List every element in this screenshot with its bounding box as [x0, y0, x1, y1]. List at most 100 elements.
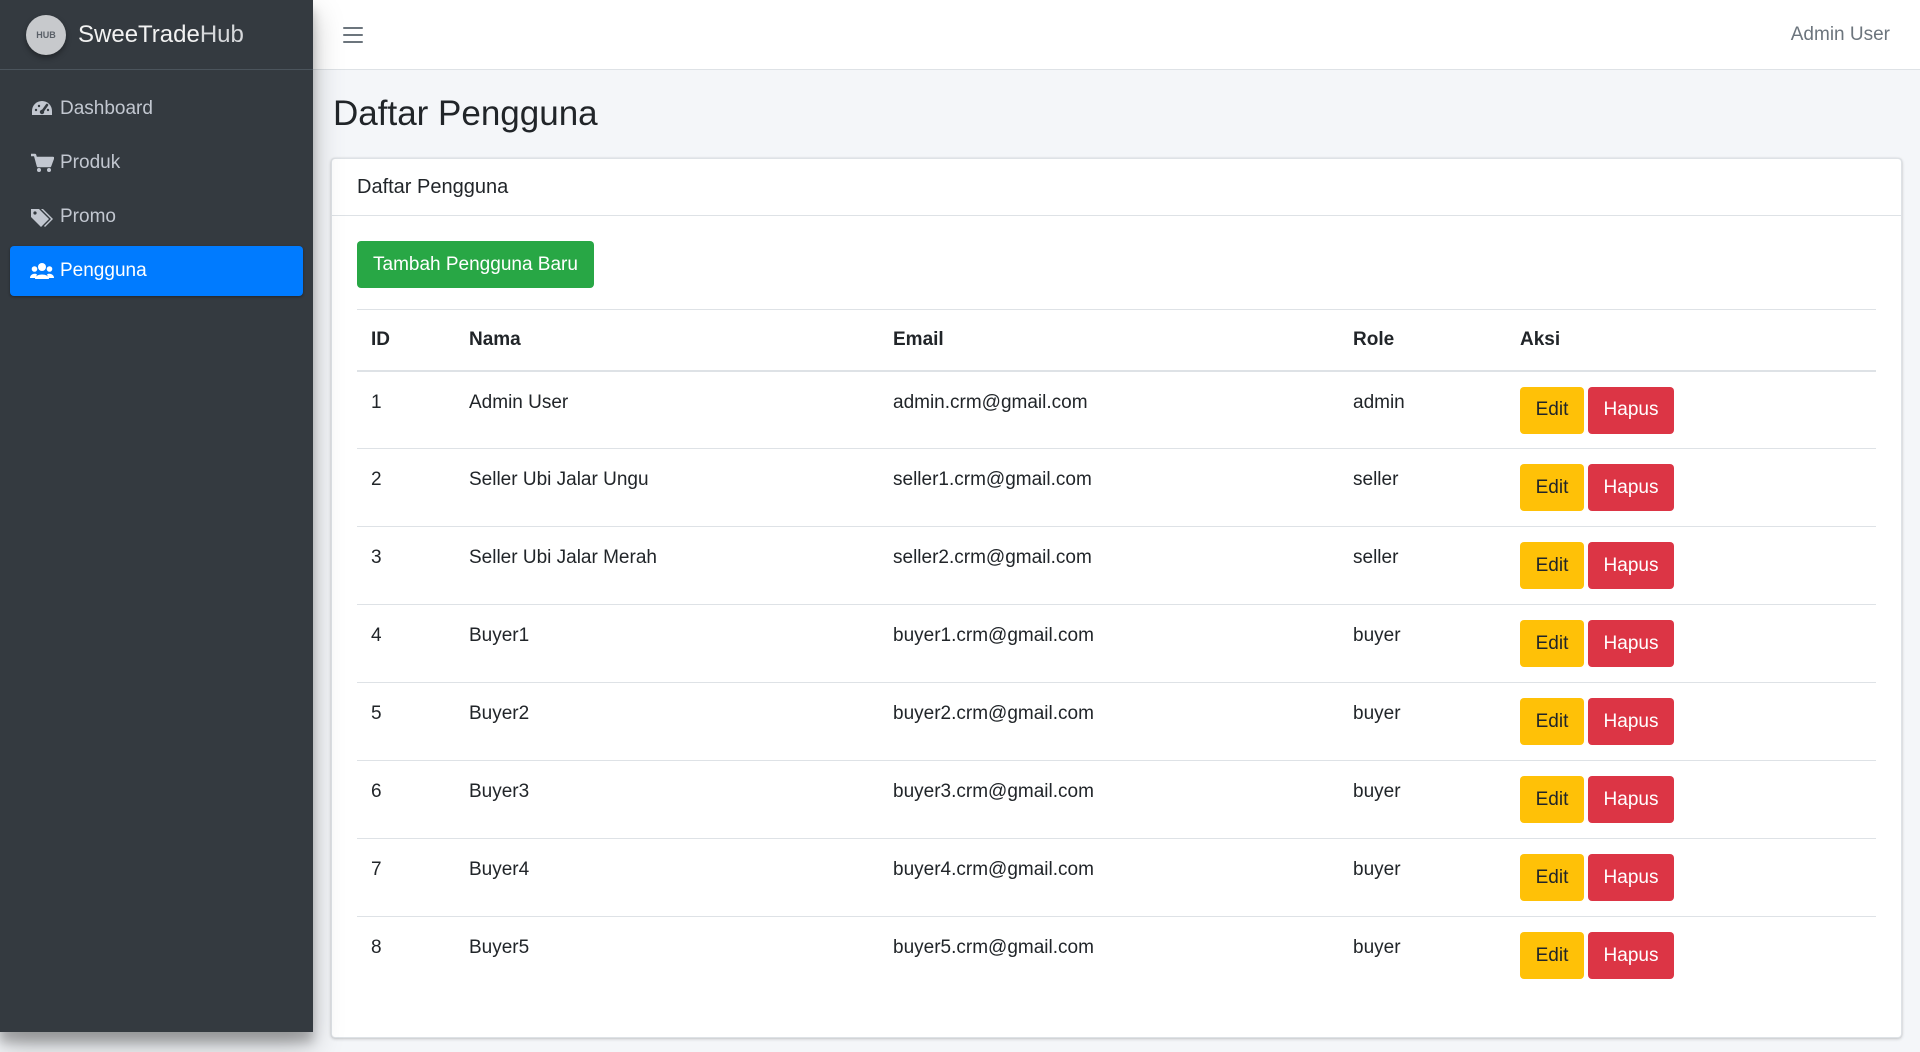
- cell-email: buyer2.crm@gmail.com: [893, 703, 1094, 724]
- cell-role: seller: [1353, 469, 1399, 490]
- sidebar-item-label: Pengguna: [60, 260, 147, 281]
- card-title: Daftar Pengguna: [332, 159, 1901, 216]
- column-header-id: ID: [371, 328, 390, 350]
- table-row: 1 Admin User admin.crm@gmail.com admin Edit H…: [357, 371, 1876, 449]
- tags-icon: [30, 206, 56, 228]
- sidebar-item-label: Dashboard: [60, 98, 153, 119]
- main-content: Daftar Pengguna Daftar Pengguna Tambah P…: [313, 70, 1920, 1052]
- table-row: 7 Buyer4 buyer4.crm@gmail.com buyer Edit Hapu…: [357, 838, 1876, 917]
- user-menu[interactable]: Admin User: [1791, 24, 1890, 46]
- edit-button[interactable]: Edit: [1520, 542, 1584, 589]
- delete-button[interactable]: Hapus: [1588, 542, 1674, 589]
- edit-button[interactable]: Edit: [1520, 698, 1584, 745]
- delete-button[interactable]: Hapus: [1588, 776, 1674, 823]
- users-card: Daftar Pengguna Tambah Pengguna Baru ID …: [331, 158, 1902, 1038]
- edit-button[interactable]: Edit: [1520, 386, 1584, 434]
- delete-button[interactable]: Hapus: [1588, 932, 1674, 979]
- sidebar-nav: Dashboard Produk Promo Pengguna: [0, 70, 313, 314]
- edit-button[interactable]: Edit: [1520, 620, 1584, 667]
- topbar: Admin User: [313, 0, 1920, 70]
- edit-button[interactable]: Edit: [1520, 854, 1584, 901]
- cell-id: 6: [371, 781, 382, 802]
- cell-id: 5: [371, 703, 382, 724]
- table-header-row: ID Nama Email Role Aksi: [357, 309, 1876, 371]
- sidebar-item-promo[interactable]: Promo: [10, 192, 303, 242]
- cart-icon: [30, 152, 56, 174]
- cell-aksi: Edit Hapus: [1506, 683, 1876, 761]
- delete-button[interactable]: Hapus: [1588, 386, 1674, 434]
- cell-email: seller1.crm@gmail.com: [893, 469, 1092, 490]
- cell-nama: Admin User: [469, 391, 569, 413]
- brand-logo-text: HUB: [36, 29, 56, 40]
- cell-nama: Seller Ubi Jalar Ungu: [469, 469, 649, 490]
- sidebar: HUB SweeTradeHub Dashboard Produk Promo: [0, 0, 313, 1032]
- cell-id: 8: [371, 937, 382, 958]
- cell-nama: Buyer3: [469, 781, 530, 802]
- table-row: 3 Seller Ubi Jalar Merah seller2.crm@gmail…: [357, 526, 1876, 605]
- table-row: 6 Buyer3 buyer3.crm@gmail.com buyer Edit Hapu…: [357, 760, 1876, 839]
- cell-nama: Buyer5: [469, 937, 530, 958]
- cell-email: buyer4.crm@gmail.com: [893, 859, 1094, 880]
- table-row: 4 Buyer1 buyer1.crm@gmail.com buyer Edit Hapu…: [357, 604, 1876, 683]
- cell-role: seller: [1353, 547, 1399, 568]
- table-row: 5 Buyer2 buyer2.crm@gmail.com buyer Edit Hapu…: [357, 682, 1876, 761]
- cell-nama: Buyer1: [469, 625, 530, 646]
- cell-id: 2: [371, 469, 382, 490]
- delete-button[interactable]: Hapus: [1588, 464, 1674, 511]
- cell-email: buyer1.crm@gmail.com: [893, 625, 1094, 646]
- cell-role: buyer: [1353, 937, 1401, 958]
- brand-logo: HUB: [26, 14, 66, 55]
- cell-id: 3: [371, 547, 382, 568]
- users-table: ID Nama Email Role Aksi 1 Admin User admin…: [357, 309, 1876, 995]
- column-header-nama: Nama: [469, 328, 521, 350]
- cell-id: 4: [371, 625, 382, 646]
- menu-toggle-icon[interactable]: [343, 26, 363, 43]
- users-icon: [30, 260, 56, 282]
- column-header-email: Email: [893, 328, 944, 350]
- brand-link[interactable]: HUB SweeTradeHub: [0, 0, 313, 70]
- cell-email: buyer3.crm@gmail.com: [893, 781, 1094, 802]
- table-row: 2 Seller Ubi Jalar Ungu seller1.crm@gmail.…: [357, 448, 1876, 527]
- brand-name: SweeTradeHub: [78, 21, 244, 49]
- cell-aksi: Edit Hapus: [1506, 761, 1876, 839]
- sidebar-item-pengguna[interactable]: Pengguna: [10, 246, 303, 296]
- cell-aksi: Edit Hapus: [1506, 527, 1876, 605]
- cell-aksi: Edit Hapus: [1506, 371, 1876, 449]
- delete-button[interactable]: Hapus: [1588, 698, 1674, 745]
- edit-button[interactable]: Edit: [1520, 932, 1584, 979]
- cell-email: seller2.crm@gmail.com: [893, 547, 1092, 568]
- gauge-icon: [30, 98, 56, 120]
- sidebar-item-produk[interactable]: Produk: [10, 138, 303, 188]
- table-row: 8 Buyer5 buyer5.crm@gmail.com buyer Edit Hapu…: [357, 916, 1876, 995]
- sidebar-item-label: Produk: [60, 152, 121, 173]
- cell-email: buyer5.crm@gmail.com: [893, 937, 1094, 958]
- cell-id: 7: [371, 859, 382, 880]
- cell-email: admin.crm@gmail.com: [893, 391, 1088, 413]
- brand-name-light: Hub: [199, 20, 244, 48]
- cell-role: buyer: [1353, 703, 1401, 724]
- cell-aksi: Edit Hapus: [1506, 917, 1876, 995]
- sidebar-item-dashboard[interactable]: Dashboard: [10, 84, 303, 134]
- cell-nama: Seller Ubi Jalar Merah: [469, 547, 657, 568]
- cell-aksi: Edit Hapus: [1506, 839, 1876, 917]
- card-body: Tambah Pengguna Baru ID Nama Email Role …: [332, 216, 1901, 1020]
- cell-aksi: Edit Hapus: [1506, 605, 1876, 683]
- brand-name-bold: SweeTrade: [78, 20, 200, 48]
- cell-role: admin: [1353, 391, 1405, 413]
- cell-aksi: Edit Hapus: [1506, 449, 1876, 527]
- column-header-role: Role: [1353, 328, 1395, 350]
- cell-role: buyer: [1353, 781, 1401, 802]
- edit-button[interactable]: Edit: [1520, 464, 1584, 511]
- cell-role: buyer: [1353, 625, 1401, 646]
- cell-nama: Buyer4: [469, 859, 530, 880]
- page-title: Daftar Pengguna: [333, 94, 598, 133]
- delete-button[interactable]: Hapus: [1588, 620, 1674, 667]
- cell-nama: Buyer2: [469, 703, 530, 724]
- edit-button[interactable]: Edit: [1520, 776, 1584, 823]
- cell-role: buyer: [1353, 859, 1401, 880]
- cell-id: 1: [371, 391, 382, 413]
- column-header-aksi: Aksi: [1520, 328, 1561, 350]
- add-user-button[interactable]: Tambah Pengguna Baru: [357, 241, 594, 288]
- sidebar-item-label: Promo: [60, 206, 116, 227]
- delete-button[interactable]: Hapus: [1588, 854, 1674, 901]
